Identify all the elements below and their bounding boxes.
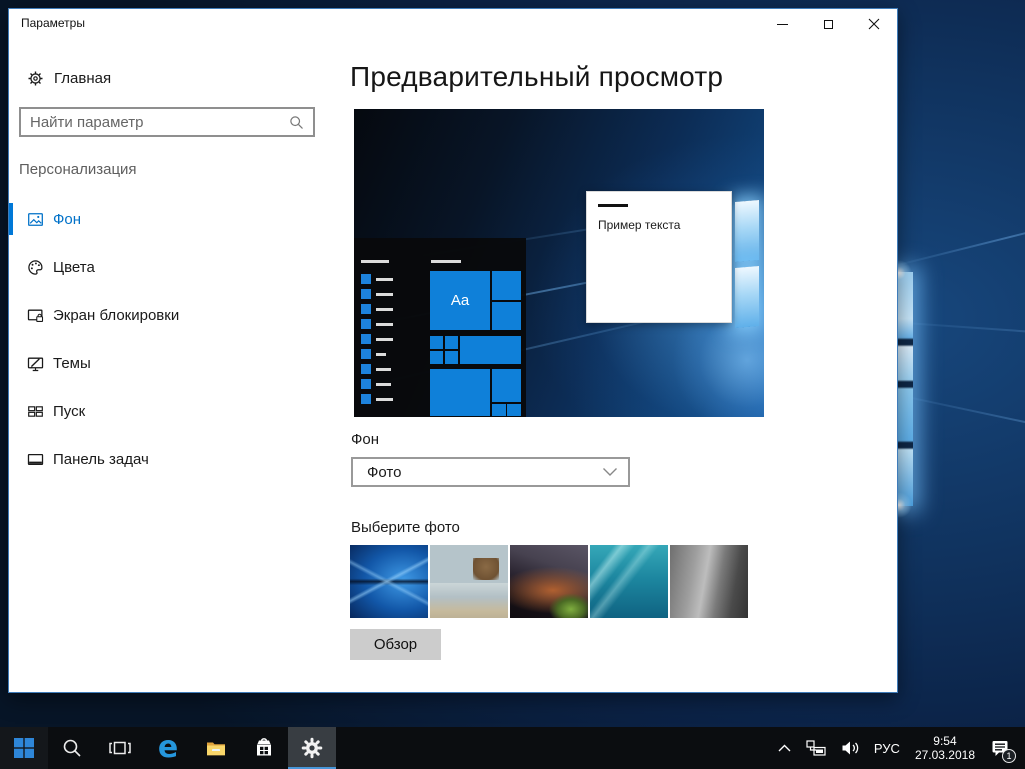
sidebar-item-lock-screen[interactable]: Экран блокировки	[9, 293, 351, 337]
sidebar-item-home[interactable]: Главная	[9, 61, 351, 95]
speaker-icon	[840, 739, 861, 757]
choose-photo-label: Выберите фото	[351, 519, 460, 536]
start-tile-label: Aa	[451, 292, 469, 309]
palette-icon	[27, 259, 44, 276]
select-value: Фото	[353, 464, 401, 481]
page-title: Предварительный просмотр	[350, 61, 723, 93]
sidebar-item-label: Цвета	[53, 259, 95, 276]
maximize-icon	[824, 20, 833, 29]
clock-time: 9:54	[915, 734, 975, 748]
settings-search-input[interactable]	[21, 114, 289, 131]
maximize-button[interactable]	[805, 9, 851, 39]
windows-logo-glow	[898, 272, 913, 506]
photo-thumbnail-rock-cliff[interactable]	[670, 545, 748, 618]
notification-badge: 1	[1002, 749, 1016, 763]
taskbar-search-button[interactable]	[48, 727, 96, 769]
sidebar-item-label: Темы	[53, 355, 91, 372]
close-button[interactable]	[851, 9, 897, 39]
sample-text: Пример текста	[598, 218, 680, 232]
settings-window: Параметры Главная	[8, 8, 898, 693]
background-label: Фон	[351, 431, 379, 448]
network-icon	[805, 738, 827, 758]
taskbar: e	[0, 727, 1025, 769]
sidebar-item-taskbar[interactable]: Панель задач	[9, 437, 351, 481]
sidebar-item-label: Панель задач	[53, 451, 149, 468]
search-icon	[289, 115, 304, 130]
preview-image: Aa Пример текста	[354, 109, 764, 417]
photo-thumbnail-windows-hero[interactable]	[350, 545, 428, 618]
sidebar-item-background[interactable]: Фон	[9, 197, 351, 241]
notification-center-button[interactable]: 1	[987, 727, 1013, 769]
close-icon	[868, 18, 880, 30]
store-icon	[252, 736, 276, 760]
folder-icon	[204, 736, 228, 760]
tiles-header-dash	[431, 260, 461, 263]
chevron-up-icon	[777, 742, 792, 754]
settings-taskbar-button[interactable]	[288, 727, 336, 769]
store-button[interactable]	[240, 727, 288, 769]
clock[interactable]: 9:54 27.03.2018	[910, 734, 980, 762]
search-icon	[61, 737, 83, 759]
browse-button[interactable]: Обзор	[350, 629, 441, 660]
section-header: Персонализация	[19, 161, 137, 178]
background-type-select[interactable]: Фото	[351, 457, 630, 487]
sidebar-item-label: Главная	[54, 70, 111, 87]
gear-icon	[300, 736, 324, 760]
photo-thumbnail-night-camping[interactable]	[510, 545, 588, 618]
windows-logo-pane	[735, 200, 759, 262]
sidebar-item-label: Фон	[53, 211, 81, 228]
themes-icon	[27, 355, 44, 372]
sidebar-item-label: Пуск	[53, 403, 85, 420]
start-tiles-icon	[27, 403, 44, 420]
network-tray-button[interactable]	[802, 727, 830, 769]
file-explorer-button[interactable]	[192, 727, 240, 769]
lock-screen-icon	[27, 307, 44, 324]
language-indicator[interactable]: РУС	[871, 727, 903, 769]
sidebar-item-colors[interactable]: Цвета	[9, 245, 351, 289]
sample-window-dash	[598, 204, 628, 207]
settings-search[interactable]	[19, 107, 315, 137]
window-title: Параметры	[21, 16, 85, 30]
sidebar-item-themes[interactable]: Темы	[9, 341, 351, 385]
windows-logo-pane	[735, 266, 759, 328]
photo-thumbnail-beach-rocks[interactable]	[430, 545, 508, 618]
sidebar-item-label: Экран блокировки	[53, 307, 179, 324]
edge-icon: e	[158, 733, 178, 763]
gear-icon	[27, 70, 44, 87]
start-button[interactable]	[0, 727, 48, 769]
menu-dash	[361, 260, 389, 263]
screen: Параметры Главная	[0, 0, 1025, 769]
picture-icon	[27, 211, 44, 228]
minimize-button[interactable]	[759, 9, 805, 39]
mini-start-menu: Aa	[354, 238, 526, 417]
photo-thumbnail-underwater[interactable]	[590, 545, 668, 618]
photo-thumbnails	[350, 545, 748, 618]
tray-expand-button[interactable]	[774, 727, 795, 769]
sidebar-item-start[interactable]: Пуск	[9, 389, 351, 433]
task-view-button[interactable]	[96, 727, 144, 769]
volume-tray-button[interactable]	[837, 727, 864, 769]
selection-bar	[9, 203, 13, 235]
chevron-down-icon	[602, 467, 618, 477]
sample-window: Пример текста	[586, 191, 732, 323]
start-tile: Aa	[430, 271, 490, 330]
minimize-icon	[777, 24, 788, 25]
edge-button[interactable]: e	[144, 727, 192, 769]
taskbar-icon	[27, 451, 44, 468]
task-view-icon	[108, 737, 132, 759]
titlebar: Параметры	[9, 9, 897, 41]
clock-date: 27.03.2018	[915, 748, 975, 762]
windows-logo-icon	[13, 737, 35, 759]
